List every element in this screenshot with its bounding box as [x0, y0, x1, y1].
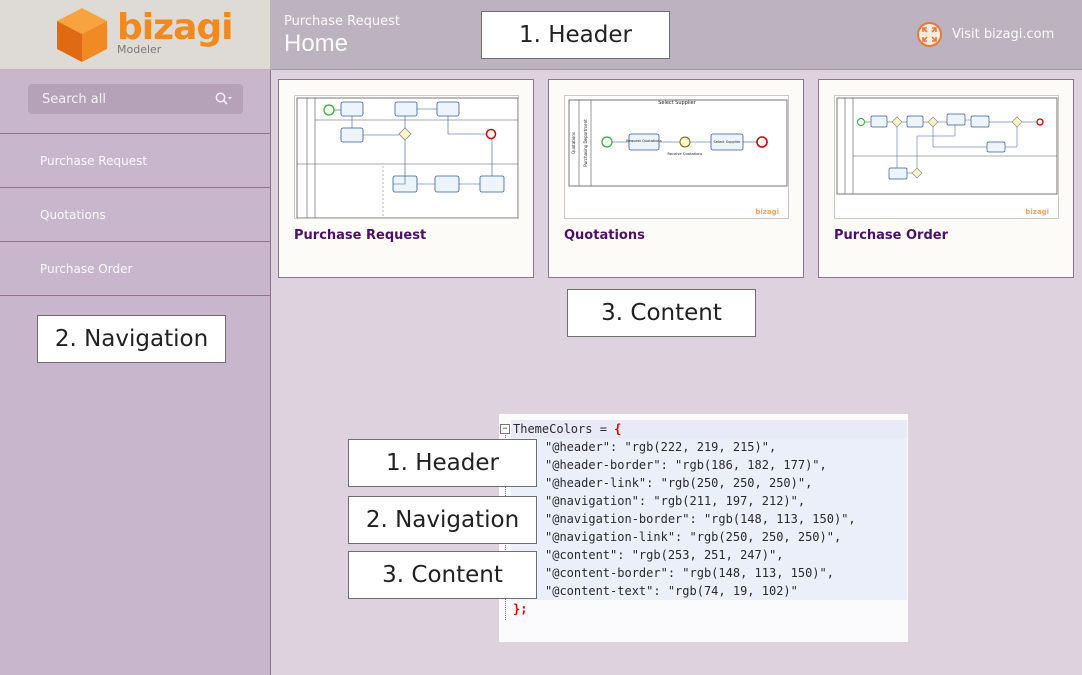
search-box[interactable] [28, 84, 243, 114]
brand-subtitle: Modeler [117, 43, 162, 56]
navigation-sidebar: Purchase Request Quotations Purchase Ord… [0, 70, 271, 675]
label-content-legend: 3. Content [348, 551, 537, 599]
code-line: ThemeColors = { [513, 420, 621, 438]
code-line: "@navigation": "rgb(211, 197, 212)", [545, 494, 806, 508]
visit-bizagi-link[interactable]: Visit bizagi.com [917, 22, 1054, 47]
card-title: Quotations [564, 228, 645, 243]
nav-item-quotations[interactable]: Quotations [0, 188, 271, 242]
label-navigation: 2. Navigation [37, 315, 226, 363]
label-content: 3. Content [567, 289, 756, 337]
event-label: Receive Quotations [668, 152, 703, 156]
search-input[interactable] [42, 91, 202, 107]
task-label: Request Quotations [626, 139, 662, 143]
nav-item-purchase-order[interactable]: Purchase Order [0, 242, 271, 296]
code-line: "@content": "rgb(253, 251, 247)", [545, 548, 784, 562]
watermark-logo: bizagi [1025, 208, 1049, 216]
label-navigation-legend: 2. Navigation [348, 496, 537, 544]
nav-item-label: Purchase Request [40, 153, 148, 168]
nav-item-purchase-request[interactable]: Purchase Request [0, 134, 271, 188]
expand-arrows-icon [917, 22, 942, 47]
brand-name: bizagi [117, 7, 233, 48]
process-card-quotations[interactable]: Select Supplier Quotations Purchasing De… [548, 79, 804, 278]
code-line: "@header-link": "rgb(250, 250, 250)", [545, 476, 813, 490]
code-open-brace: { [614, 422, 622, 436]
header-subtitle: Purchase Request [284, 14, 400, 29]
process-card-purchase-order[interactable]: bizagi Purchase Order [818, 79, 1074, 278]
code-line: "@header-border": "rgb(186, 182, 177)", [545, 458, 827, 472]
header: Purchase Request Home Visit bizagi.com [271, 0, 1082, 70]
sublane-label: Purchasing Department [583, 119, 588, 167]
process-diagram-thumbnail [294, 95, 519, 219]
card-title: Purchase Request [294, 228, 427, 243]
label-header-legend: 1. Header [348, 439, 537, 487]
theme-colors-code-snippet: − ThemeColors = { "@header": "rgb(222, 2… [499, 414, 908, 642]
task-label: Select Supplier [713, 140, 741, 144]
search-icon[interactable] [215, 92, 233, 106]
nav-item-label: Quotations [40, 207, 106, 222]
process-diagram-thumbnail: Select Supplier Quotations Purchasing De… [564, 95, 789, 219]
nav-item-label: Purchase Order [40, 261, 133, 276]
logo-area: bizagi Modeler [0, 0, 271, 70]
diagram-title: Select Supplier [658, 100, 697, 106]
code-line: "@navigation-border": "rgb(148, 113, 150… [545, 512, 856, 526]
code-line: "@navigation-link": "rgb(250, 250, 250)"… [545, 530, 842, 544]
code-line: "@header": "rgb(222, 219, 215)", [545, 440, 777, 454]
collapse-icon[interactable]: − [500, 424, 510, 434]
lane-label: Quotations [571, 132, 576, 154]
code-close-brace: }; [513, 602, 528, 616]
watermark-logo: bizagi [755, 208, 779, 216]
card-title: Purchase Order [834, 228, 949, 243]
code-first-line: ThemeColors = [513, 422, 615, 436]
bizagi-cube-logo-icon [57, 8, 107, 62]
visit-link-label: Visit bizagi.com [952, 27, 1055, 42]
code-line: "@content-border": "rgb(148, 113, 150)", [545, 566, 834, 580]
label-header: 1. Header [481, 11, 670, 59]
page-title: Home [284, 30, 349, 57]
process-card-purchase-request[interactable]: Purchase Request [278, 79, 534, 278]
process-diagram-thumbnail: bizagi [834, 95, 1059, 219]
code-line: "@content-text": "rgb(74, 19, 102)" [545, 584, 798, 598]
